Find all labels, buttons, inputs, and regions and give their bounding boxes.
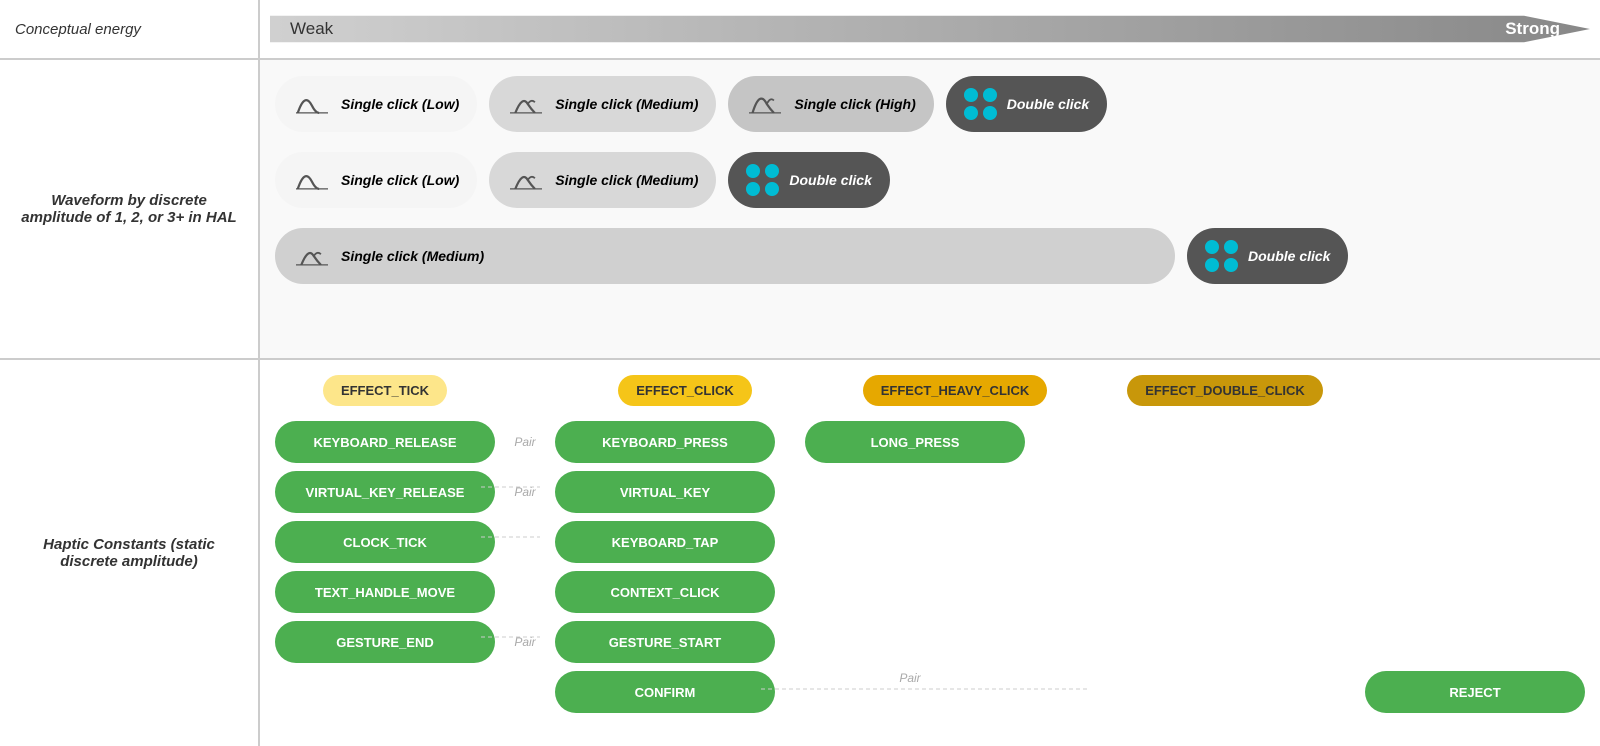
wave-medium-icon-2 — [507, 161, 545, 199]
energy-strong: Strong — [1505, 19, 1560, 39]
main-container: Conceptual energy Waveform by discrete a… — [0, 0, 1600, 746]
waveform-pill-double-3[interactable]: Double click — [1187, 228, 1348, 284]
context-click-btn[interactable]: CONTEXT_CLICK — [555, 571, 775, 613]
right-content: Weak Strong Single click (Low) — [260, 0, 1600, 746]
energy-scale: Weak Strong — [270, 10, 1590, 48]
effects-row: EFFECT_TICK EFFECT_CLICK EFFECT_HEAVY_CL… — [275, 375, 1585, 406]
dot-1 — [964, 88, 978, 102]
confirm-btn[interactable]: CONFIRM — [555, 671, 775, 713]
wave-low-icon — [293, 85, 331, 123]
waveform-section: Single click (Low) Single click (Medium) — [260, 60, 1600, 360]
dot-5 — [746, 164, 760, 178]
waveform-label-double-1: Double click — [1007, 96, 1089, 112]
dot-10 — [1205, 258, 1219, 272]
dot-6 — [746, 182, 760, 196]
waveform-label-double-2: Double click — [789, 172, 871, 188]
keyboard-tap-btn[interactable]: KEYBOARD_TAP — [555, 521, 775, 563]
dot-4 — [983, 106, 997, 120]
double-dot-icon-3 — [1205, 240, 1238, 272]
dot-2 — [964, 106, 978, 120]
waveform-label-high-1: Single click (High) — [794, 96, 915, 112]
keyboard-press-btn[interactable]: KEYBOARD_PRESS — [555, 421, 775, 463]
dot-3 — [983, 88, 997, 102]
wave-medium-icon-3 — [293, 237, 331, 275]
waveform-label-low-1: Single click (Low) — [341, 96, 459, 112]
waveform-label-medium-3: Single click (Medium) — [341, 248, 484, 264]
waveform-label-medium-1: Single click (Medium) — [555, 96, 698, 112]
virtual-key-btn[interactable]: VIRTUAL_KEY — [555, 471, 775, 513]
dot-8 — [765, 182, 779, 196]
wave-medium-icon-1 — [507, 85, 545, 123]
col-tick: KEYBOARD_RELEASE VIRTUAL_KEY_RELEASE CLO… — [275, 421, 495, 736]
energy-arrow: Weak Strong — [270, 10, 1590, 48]
text-handle-move-btn[interactable]: TEXT_HANDLE_MOVE — [275, 571, 495, 613]
constants-area: KEYBOARD_RELEASE VIRTUAL_KEY_RELEASE CLO… — [275, 421, 1585, 736]
waveform-pill-low-2[interactable]: Single click (Low) — [275, 152, 477, 208]
dot-12 — [1224, 258, 1238, 272]
effect-tick-badge[interactable]: EFFECT_TICK — [323, 375, 447, 406]
col-heavy: LONG_PRESS — [805, 421, 1025, 736]
energy-row: Weak Strong — [260, 0, 1600, 60]
wave-high-icon — [746, 85, 784, 123]
wave-low-icon-2 — [293, 161, 331, 199]
effect-heavy-click-badge[interactable]: EFFECT_HEAVY_CLICK — [863, 375, 1048, 406]
keyboard-release-btn[interactable]: KEYBOARD_RELEASE — [275, 421, 495, 463]
waveform-pill-high-1[interactable]: Single click (High) — [728, 76, 933, 132]
waveform-label-double-3: Double click — [1248, 248, 1330, 264]
pair-label-5: Pair — [514, 621, 535, 663]
waveform-label-low-2: Single click (Low) — [341, 172, 459, 188]
haptic-section: EFFECT_TICK EFFECT_CLICK EFFECT_HEAVY_CL… — [260, 360, 1600, 746]
double-dot-icon-1 — [964, 88, 997, 120]
waveform-pill-double-1[interactable]: Double click — [946, 76, 1107, 132]
waveform-pill-medium-1[interactable]: Single click (Medium) — [489, 76, 716, 132]
effect-double-click-badge[interactable]: EFFECT_DOUBLE_CLICK — [1127, 375, 1323, 406]
waveform-pill-medium-3[interactable]: Single click (Medium) — [275, 228, 1175, 284]
pair-label-2: Pair — [514, 471, 535, 513]
conceptual-energy-label: Conceptual energy — [0, 0, 258, 60]
pair-labels: Pair Pair Pair — [495, 421, 555, 736]
waveform-row-1: Single click (Low) Single click (Medium) — [275, 70, 1585, 138]
gesture-start-btn[interactable]: GESTURE_START — [555, 621, 775, 663]
confirm-reject-pair-area — [1025, 421, 1335, 736]
double-dot-icon-2 — [746, 164, 779, 196]
dot-7 — [765, 164, 779, 178]
dot-11 — [1224, 240, 1238, 254]
clock-tick-btn[interactable]: CLOCK_TICK — [275, 521, 495, 563]
waveform-label-medium-2: Single click (Medium) — [555, 172, 698, 188]
waveform-row-3: Single click (Medium) Double — [275, 222, 1585, 290]
haptic-label: Haptic Constants (static discrete amplit… — [0, 360, 258, 746]
col-click: KEYBOARD_PRESS VIRTUAL_KEY KEYBOARD_TAP … — [555, 421, 775, 736]
waveform-pill-double-2[interactable]: Double click — [728, 152, 889, 208]
waveform-row-2: Single click (Low) Single click (Medium) — [275, 146, 1585, 214]
energy-weak: Weak — [290, 19, 333, 39]
col-double: REJECT — [1365, 421, 1585, 736]
col4-spacer — [1365, 421, 1585, 663]
effect-click-badge[interactable]: EFFECT_CLICK — [618, 375, 752, 406]
virtual-key-release-btn[interactable]: VIRTUAL_KEY_RELEASE — [275, 471, 495, 513]
waveform-pill-low-1[interactable]: Single click (Low) — [275, 76, 477, 132]
waveform-pill-medium-2[interactable]: Single click (Medium) — [489, 152, 716, 208]
long-press-btn[interactable]: LONG_PRESS — [805, 421, 1025, 463]
left-labels: Conceptual energy Waveform by discrete a… — [0, 0, 260, 746]
gesture-end-btn[interactable]: GESTURE_END — [275, 621, 495, 663]
reject-btn[interactable]: REJECT — [1365, 671, 1585, 713]
dot-9 — [1205, 240, 1219, 254]
waveform-label: Waveform by discrete amplitude of 1, 2, … — [0, 60, 258, 360]
pair-label-1: Pair — [514, 421, 535, 463]
spacer-2-3 — [775, 421, 805, 736]
